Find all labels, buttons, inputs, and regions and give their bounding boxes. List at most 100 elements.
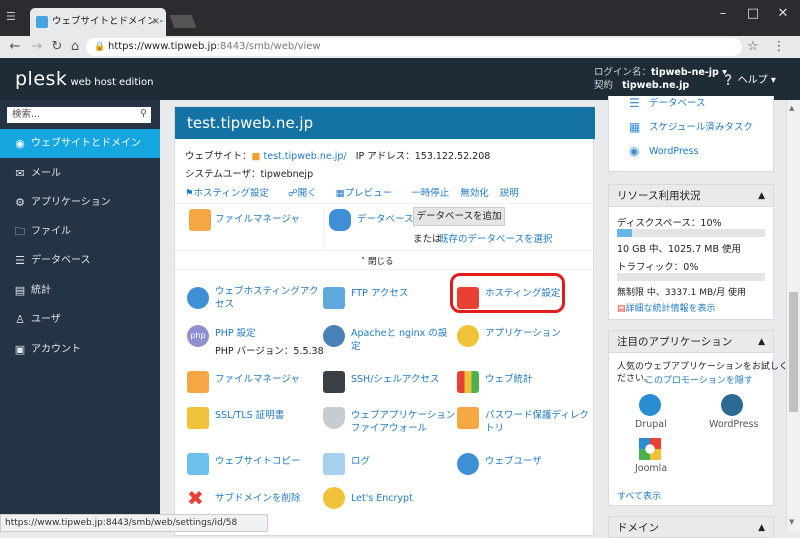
- file-manager-link[interactable]: ファイルマネージャ: [215, 213, 300, 226]
- resource-usage-header[interactable]: リソース利用状況 ▲: [609, 185, 773, 207]
- globe-icon: ◉: [15, 137, 25, 150]
- scrollbar-thumb[interactable]: [789, 292, 798, 412]
- hosting-settings-action[interactable]: ⚑ホスティング設定: [185, 188, 277, 199]
- website-link[interactable]: test.tipweb.ne.jp/: [264, 151, 347, 162]
- home-icon[interactable]: ⌂: [66, 39, 84, 54]
- waf-link[interactable]: ウェブアプリケーション ファイアウォール: [351, 409, 455, 435]
- database-link[interactable]: データベース: [357, 213, 414, 226]
- contract-name[interactable]: tipweb.ne.jp: [622, 80, 689, 91]
- hide-promo-link[interactable]: このプロモーションを隠す: [645, 373, 753, 386]
- sidebar-item-databases[interactable]: ☰ データベース: [0, 246, 160, 275]
- browser-menu-icon[interactable]: ☰: [6, 10, 16, 23]
- apache-nginx-link[interactable]: Apacheと nginx の設 定: [351, 327, 447, 353]
- domains-title: ドメイン: [617, 522, 659, 534]
- sidebar-item-applications[interactable]: ⚙ アプリケーション: [0, 188, 160, 217]
- protected-folder-icon: [457, 407, 479, 429]
- forward-icon[interactable]: →: [28, 39, 46, 54]
- search-icon[interactable]: ⚲: [140, 106, 147, 122]
- web-hosting-access-link[interactable]: ウェブホスティングアク セス: [215, 285, 318, 311]
- minimize-icon[interactable]: –: [708, 4, 738, 24]
- browser-tab[interactable]: ウェブサイトとドメイン - Plesk ×: [30, 8, 166, 36]
- close-tab-icon[interactable]: ×: [152, 8, 160, 36]
- chevron-up-icon[interactable]: ▲: [758, 517, 765, 537]
- sidebar-item-account[interactable]: ▣ アカウント: [0, 335, 160, 364]
- sidebar-item-label: 統計: [31, 285, 51, 296]
- domain-actions: ⚑ホスティング設定 ☍開く ▦プレビュー 一時停止 無効化 説明: [185, 185, 527, 199]
- sidebar-item-files[interactable]: 🗀 ファイル: [0, 217, 160, 246]
- suspend-action[interactable]: 一時停止: [411, 188, 449, 199]
- back-icon[interactable]: ←: [6, 39, 24, 54]
- joomla-label[interactable]: Joomla: [635, 463, 667, 474]
- wordpress-app-icon[interactable]: [721, 394, 743, 416]
- login-info[interactable]: ログイン名：tipweb-ne-jp ▾ 契約 tipweb.ne.jp: [594, 66, 727, 92]
- applications-link[interactable]: アプリケーション: [485, 327, 561, 340]
- show-all-link[interactable]: すべて表示: [617, 489, 661, 502]
- file-manager-icon: [187, 371, 209, 393]
- preview-action[interactable]: ▦プレビュー: [336, 188, 401, 199]
- ftp-icon: [323, 287, 345, 309]
- sidebar-item-users[interactable]: ♙ ユーザ: [0, 305, 160, 334]
- web-hosting-access-icon: [187, 287, 209, 309]
- disable-action[interactable]: 無効化: [460, 188, 489, 199]
- browser-more-icon[interactable]: ⋮: [770, 39, 788, 54]
- browser-status-bar: https://www.tipweb.jp:8443/smb/web/setti…: [0, 514, 268, 532]
- scroll-up-icon[interactable]: ▲: [789, 104, 794, 112]
- right-database-link[interactable]: データベース: [649, 97, 706, 110]
- resource-usage-box: リソース利用状況 ▲ ディスクスペース：10% 10 GB 中、1025.7 MB…: [608, 184, 774, 320]
- chevron-up-icon[interactable]: ▲: [758, 331, 765, 353]
- file-manager-icon: [189, 209, 211, 231]
- ssh-shell-link[interactable]: SSH/シェルアクセス: [351, 373, 439, 386]
- drupal-label[interactable]: Drupal: [635, 419, 667, 430]
- remove-subdomain-link[interactable]: サブドメインを削除: [215, 492, 301, 505]
- close-window-icon[interactable]: ✕: [768, 4, 798, 24]
- domains-header[interactable]: ドメイン ▲: [609, 517, 773, 537]
- wordpress-icon: ◉: [629, 144, 640, 158]
- description-action[interactable]: 説明: [500, 188, 519, 199]
- help-menu[interactable]: ❔ ヘルプ ▾: [722, 71, 776, 86]
- sidebar-item-websites[interactable]: ◉ ウェブサイトとドメイン: [0, 129, 160, 158]
- scheduled-tasks-link[interactable]: スケジュール済みタスク: [649, 121, 753, 134]
- logs-link[interactable]: ログ: [351, 455, 370, 468]
- or-label: または: [413, 234, 442, 245]
- web-users-icon: [457, 453, 479, 475]
- domain-card: test.tipweb.ne.jp ウェブサイト：■ test.tipweb.n…: [174, 106, 595, 536]
- password-protected-dirs-link[interactable]: パスワード保護ディレク トリ: [485, 409, 589, 435]
- reload-icon[interactable]: ↻: [48, 39, 66, 54]
- select-database-link[interactable]: 既存のデータベースを選択: [439, 231, 553, 245]
- scroll-down-icon[interactable]: ▼: [789, 518, 794, 526]
- lets-encrypt-link[interactable]: Let's Encrypt: [351, 492, 413, 505]
- divider: [175, 269, 595, 270]
- open-action[interactable]: ☍開く: [288, 188, 325, 199]
- featured-apps-header[interactable]: 注目のアプリケーション ▲: [609, 331, 773, 353]
- bookmark-star-icon[interactable]: ☆: [744, 39, 762, 54]
- url-path: :8443/smb/web/view: [216, 41, 321, 52]
- ssl-tls-link[interactable]: SSL/TLS 証明書: [215, 409, 284, 422]
- drupal-icon[interactable]: [639, 394, 661, 416]
- file-manager-tile-link[interactable]: ファイルマネージャ: [215, 373, 300, 386]
- website-copy-link[interactable]: ウェブサイトコピー: [215, 455, 301, 468]
- add-database-button[interactable]: データベースを追加: [413, 207, 505, 226]
- sidebar-item-statistics[interactable]: ▤ 統計: [0, 276, 160, 305]
- ftp-access-link[interactable]: FTP アクセス: [351, 287, 408, 300]
- collapse-toggle[interactable]: ˄ 閉じる: [361, 255, 393, 267]
- log-icon: [323, 453, 345, 475]
- plesk-logo[interactable]: plesk web host edition: [15, 68, 154, 90]
- page-scrollbar[interactable]: ▲ ▼: [786, 100, 800, 532]
- php-settings-link[interactable]: PHP 設定: [215, 327, 256, 340]
- search-input[interactable]: 検索... ⚲: [7, 107, 151, 123]
- sidebar-item-mail[interactable]: ✉ メール: [0, 159, 160, 188]
- wordpress-link[interactable]: WordPress: [649, 145, 698, 158]
- maximize-icon[interactable]: □: [738, 4, 768, 24]
- joomla-icon[interactable]: [639, 438, 661, 460]
- url-input[interactable]: 🔒 https://www.tipweb.jp:8443/smb/web/vie…: [86, 38, 742, 56]
- wordpress-label[interactable]: WordPress: [709, 419, 758, 430]
- sidebar-item-label: ファイル: [31, 226, 71, 237]
- web-stats-link[interactable]: ウェブ統計: [485, 373, 533, 386]
- plesk-header: plesk web host edition ログイン名：tipweb-ne-jp…: [0, 58, 800, 100]
- new-tab-button[interactable]: [169, 15, 197, 28]
- web-users-link[interactable]: ウェブユーザ: [485, 455, 542, 468]
- chevron-up-icon[interactable]: ▲: [758, 185, 765, 207]
- stats-link[interactable]: ▤詳細な統計情報を表示: [617, 301, 716, 314]
- sidebar-item-label: ウェブサイトとドメイン: [31, 138, 141, 149]
- login-name[interactable]: tipweb-ne-jp ▾: [651, 67, 727, 78]
